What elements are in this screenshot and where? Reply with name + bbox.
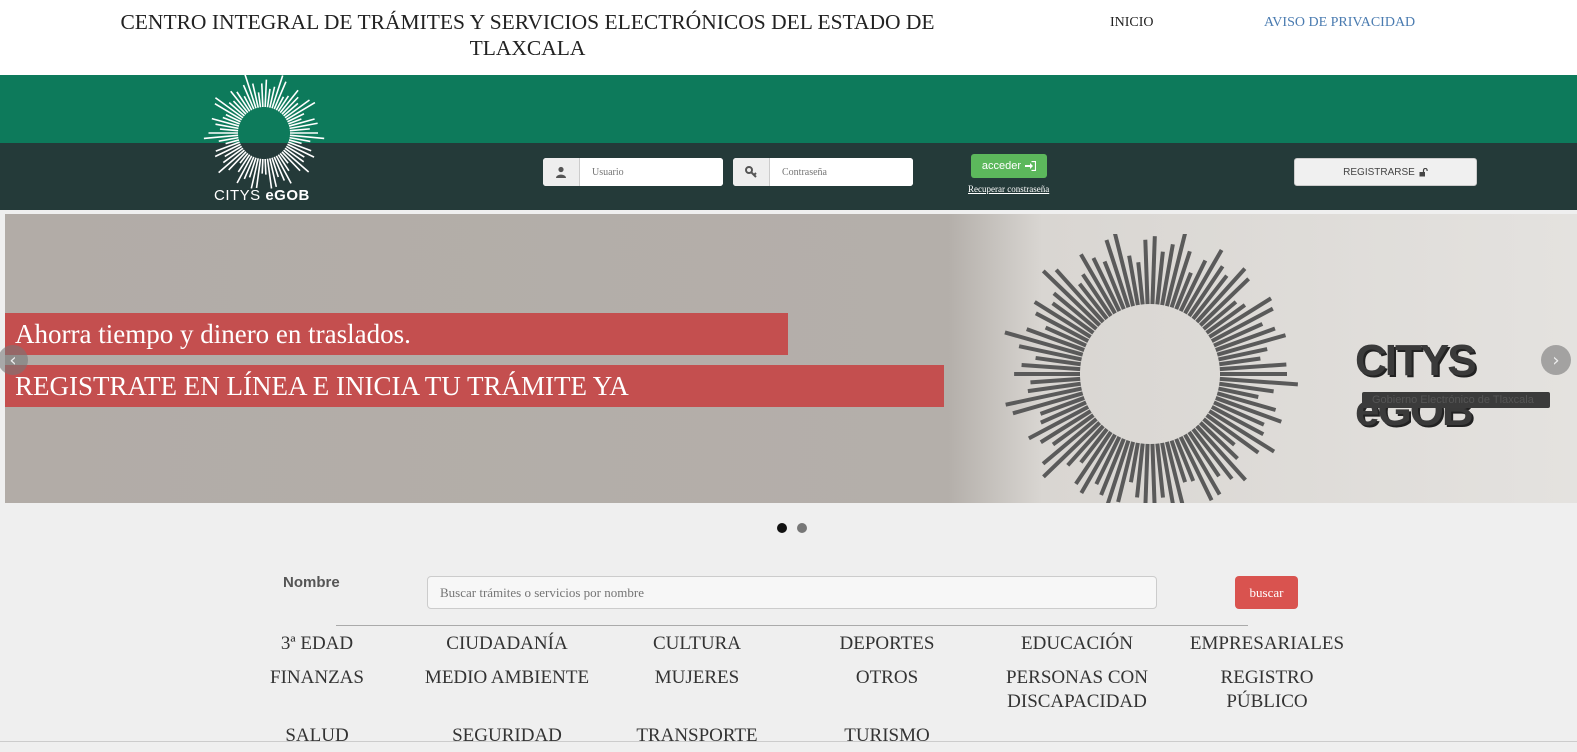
buscar-button[interactable]: buscar xyxy=(1235,576,1298,609)
nav-inicio-link[interactable]: INICIO xyxy=(1110,15,1154,31)
username-group xyxy=(543,158,723,186)
user-icon xyxy=(543,158,580,186)
search-input[interactable] xyxy=(427,576,1157,609)
category-link[interactable]: CIUDADANÍA xyxy=(422,632,592,656)
logo-text: CITYS eGOB xyxy=(214,187,310,204)
category-link[interactable]: CULTURA xyxy=(612,632,782,656)
category-link[interactable]: OTROS xyxy=(802,666,972,690)
divider xyxy=(336,625,1248,626)
top-header: CENTRO INTEGRAL DE TRÁMITES Y SERVICIOS … xyxy=(0,0,1577,75)
category-link[interactable]: REGISTRO PÚBLICO xyxy=(1182,666,1352,714)
sign-in-icon xyxy=(1025,161,1037,171)
brand-sign-subtitle: Gobierno Electrónico de Tlaxcala xyxy=(1362,392,1550,408)
carousel-dot-1[interactable] xyxy=(777,523,787,533)
registrarse-button[interactable]: REGISTRARSE xyxy=(1294,158,1477,186)
category-link[interactable]: MUJERES xyxy=(612,666,782,690)
nav-aviso-privacidad-link[interactable]: AVISO DE PRIVACIDAD xyxy=(1264,15,1415,31)
unlock-icon xyxy=(1419,167,1428,176)
carousel-dot-2[interactable] xyxy=(797,523,807,533)
registrarse-label: REGISTRARSE xyxy=(1343,166,1415,178)
carousel-next-icon[interactable]: › xyxy=(1541,345,1571,375)
category-link[interactable]: DEPORTES xyxy=(802,632,972,656)
username-input[interactable] xyxy=(580,158,723,186)
category-link[interactable]: EDUCACIÓN xyxy=(992,632,1162,656)
search-label: Nombre xyxy=(283,574,340,591)
category-link[interactable]: EMPRESARIALES xyxy=(1182,632,1352,656)
password-input[interactable] xyxy=(770,158,913,186)
footer-edge xyxy=(0,741,1577,752)
category-link[interactable]: MEDIO AMBIENTE xyxy=(422,666,592,690)
category-link[interactable]: 3ª EDAD xyxy=(232,632,402,656)
acceder-button[interactable]: acceder xyxy=(971,154,1047,178)
carousel-caption-2: REGISTRATE EN LÍNEA E INICIA TU TRÁMITE … xyxy=(5,365,944,407)
carousel-caption-1: Ahorra tiempo y dinero en traslados. xyxy=(5,313,788,355)
key-icon xyxy=(733,158,770,186)
carousel-indicators xyxy=(777,523,807,533)
recover-password-link[interactable]: Recuperar constraseña xyxy=(968,184,1049,194)
password-group xyxy=(733,158,913,186)
sculpture-logo-image xyxy=(1004,234,1299,503)
category-link[interactable]: PERSONAS CON DISCAPACIDAD xyxy=(992,666,1162,714)
site-title: CENTRO INTEGRAL DE TRÁMITES Y SERVICIOS … xyxy=(120,10,935,60)
category-link[interactable]: FINANZAS xyxy=(232,666,402,690)
hero-carousel: CITYS eGOB Gobierno Electrónico de Tlaxc… xyxy=(5,214,1577,503)
acceder-label: acceder xyxy=(981,160,1022,172)
